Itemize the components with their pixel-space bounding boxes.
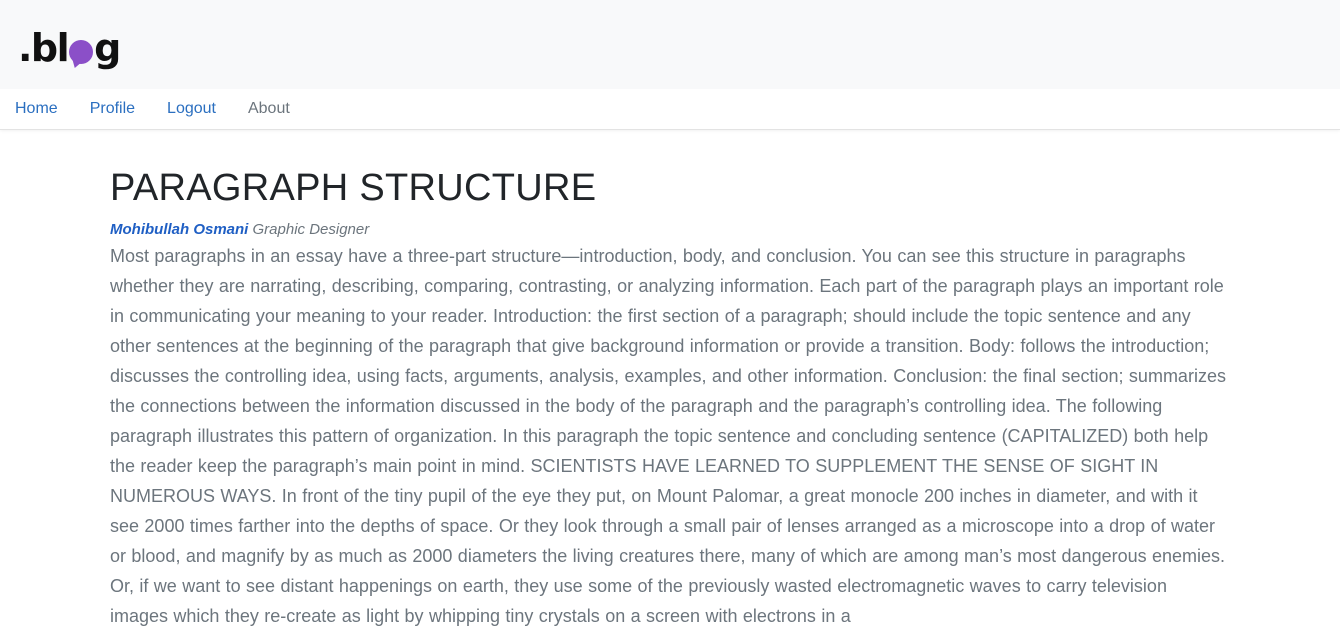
blog-logo[interactable]: .bl g bbox=[18, 26, 121, 70]
nav-profile-link[interactable]: Profile bbox=[90, 100, 135, 118]
logo-text-left: .bl bbox=[18, 26, 70, 70]
author-role: Graphic Designer bbox=[252, 220, 370, 238]
post-title: PARAGRAPH STRUCTURE bbox=[110, 167, 597, 209]
main-nav: Home Profile Logout About bbox=[0, 89, 1340, 130]
nav-logout-link[interactable]: Logout bbox=[167, 100, 216, 118]
post-container: PARAGRAPH STRUCTURE Mohibullah Osmani Gr… bbox=[0, 130, 1340, 631]
logo-speech-bubble-icon bbox=[69, 40, 94, 64]
nav-about-link[interactable]: About bbox=[248, 100, 290, 118]
post-body: Most paragraphs in an essay have a three… bbox=[110, 246, 1226, 627]
logo-text-right: g bbox=[94, 26, 121, 70]
post-byline: Mohibullah Osmani Graphic Designer bbox=[110, 220, 1230, 240]
author-name[interactable]: Mohibullah Osmani bbox=[110, 221, 248, 238]
nav-home-link[interactable]: Home bbox=[15, 100, 58, 118]
site-header: .bl g bbox=[0, 0, 1340, 89]
